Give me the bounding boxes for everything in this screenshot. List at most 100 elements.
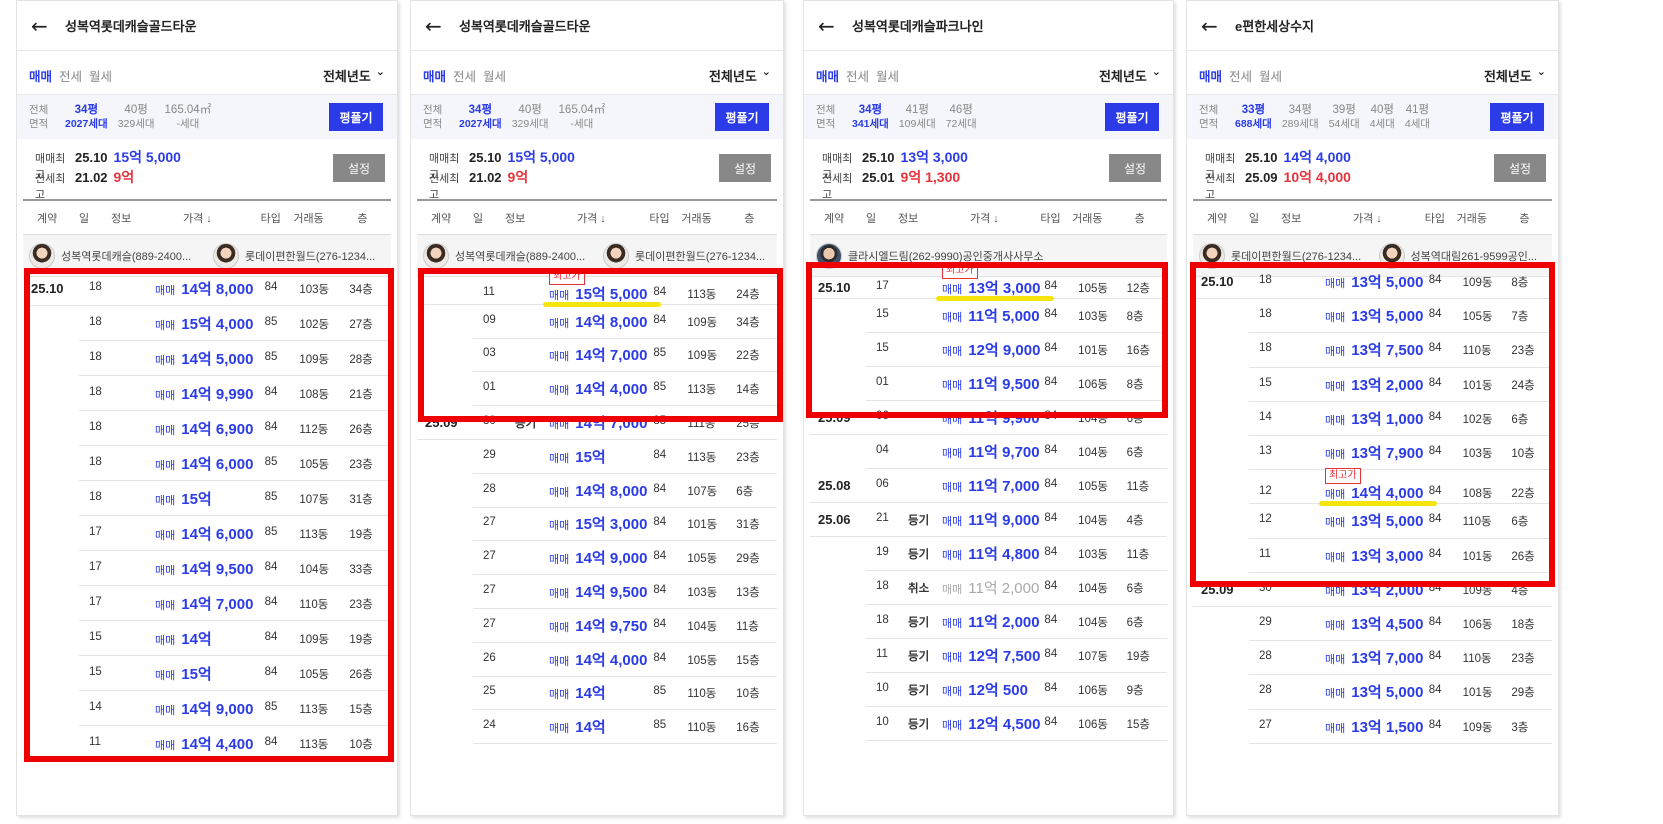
column-header[interactable]: 가격 ↓ xyxy=(577,210,606,226)
tab-deal-type[interactable]: 매매 xyxy=(29,66,52,85)
table-row[interactable]: 14 매매 14억 9,000 85 113동 15층 xyxy=(23,691,391,726)
table-row[interactable]: 18 등기 매매 11억 2,000 84 104동 6층 xyxy=(810,605,1167,639)
table-row[interactable]: 15 매매 15억 84 105동 26층 xyxy=(23,656,391,691)
table-row[interactable]: 27 매매 14억 9,500 84 103동 13층 xyxy=(417,575,777,609)
table-row[interactable]: 25 매매 14억 85 110동 10층 xyxy=(417,677,777,711)
tab-deal-type[interactable]: 월세 xyxy=(1259,66,1282,85)
table-row[interactable]: 11 매매 13억 3,000 84 101동 26층 xyxy=(1193,539,1552,573)
table-row[interactable]: 04 매매 11억 9,700 84 104동 6층 xyxy=(810,435,1167,469)
area-option[interactable]: 41평 109세대 xyxy=(899,103,936,131)
back-arrow-icon[interactable]: ← xyxy=(425,14,451,38)
back-arrow-icon[interactable]: ← xyxy=(1201,14,1227,38)
table-row[interactable]: 11 등기 매매 12억 7,500 84 107동 19층 xyxy=(810,639,1167,673)
column-header[interactable]: 가격 ↓ xyxy=(1353,210,1382,226)
year-filter-dropdown[interactable]: 전체년도 ⌄ xyxy=(709,65,771,85)
expand-pyeong-button[interactable]: 평풀기 xyxy=(1490,103,1544,131)
table-row[interactable]: 25.09 30 등기 매매 14억 7,000 85 111동 25층 xyxy=(417,406,777,440)
table-row[interactable]: 15 매매 13억 2,000 84 101동 24층 xyxy=(1193,368,1552,402)
year-filter-dropdown[interactable]: 전체년도 ⌄ xyxy=(323,65,385,85)
table-row[interactable]: 18 매매 14억 9,990 84 108동 21층 xyxy=(23,376,391,411)
table-row[interactable]: 01 매매 11억 9,500 84 106동 8층 xyxy=(810,367,1167,401)
table-row[interactable]: 28 매매 13억 7,000 84 110동 23층 xyxy=(1193,641,1552,676)
area-option[interactable]: 34평 2027세대 xyxy=(459,103,502,131)
table-row[interactable]: 24 매매 14억 85 110동 16층 xyxy=(417,710,777,745)
table-row[interactable]: 25.10 17 매매 13억 3,000 84 105동 12층 최고가 xyxy=(810,263,1167,301)
tab-deal-type[interactable]: 월세 xyxy=(483,66,506,85)
agent-item[interactable]: 성복역롯데캐슬(889-2400... xyxy=(423,242,597,269)
area-option[interactable]: 41평 4세대 xyxy=(1405,103,1430,131)
area-option[interactable]: 34평 2027세대 xyxy=(65,103,108,131)
table-row[interactable]: 25.10 18 매매 13억 5,000 84 109동 8층 xyxy=(1193,265,1552,300)
agent-item[interactable]: 성복역롯데캐슬(889-2400... xyxy=(29,242,207,269)
tab-deal-type[interactable]: 전세 xyxy=(1229,66,1252,85)
settings-button[interactable]: 설정 xyxy=(1109,154,1161,182)
table-row[interactable]: 18 매매 15억 85 107동 31층 xyxy=(23,481,391,516)
tab-deal-type[interactable]: 월세 xyxy=(89,66,112,85)
table-row[interactable]: 18 취소 매매 11억 2,000 84 104동 6층 xyxy=(810,571,1167,605)
table-row[interactable]: 18 매매 14억 5,000 85 109동 28층 xyxy=(23,341,391,376)
agent-item[interactable]: 롯데이편한월드(276-1234... xyxy=(213,242,391,269)
tab-deal-type[interactable]: 전세 xyxy=(846,66,869,85)
table-row[interactable]: 26 매매 14억 4,000 84 105동 15층 xyxy=(417,643,777,677)
table-row[interactable]: 18 매매 14억 6,000 85 105동 23층 xyxy=(23,446,391,481)
table-row[interactable]: 09 매매 14억 8,000 84 109동 34층 xyxy=(417,305,777,339)
table-row[interactable]: 25.10 18 매매 14억 8,000 84 103동 34층 xyxy=(23,271,391,306)
settings-button[interactable]: 설정 xyxy=(719,154,771,182)
table-row[interactable]: 19 등기 매매 11억 4,800 84 103동 11층 xyxy=(810,537,1167,571)
column-header[interactable]: 가격 ↓ xyxy=(970,210,999,226)
table-row[interactable]: 14 매매 13억 1,000 84 102동 6층 xyxy=(1193,402,1552,436)
table-row[interactable]: 13 매매 13억 7,900 84 103동 10층 xyxy=(1193,436,1552,471)
year-filter-dropdown[interactable]: 전체년도 ⌄ xyxy=(1099,65,1161,85)
area-option[interactable]: 165.04㎡ -세대 xyxy=(559,103,606,131)
table-row[interactable]: 27 매매 14억 9,000 84 105동 29층 xyxy=(417,541,777,576)
table-row[interactable]: 29 매매 15억 84 113동 23층 xyxy=(417,440,777,474)
tab-deal-type[interactable]: 월세 xyxy=(876,66,899,85)
table-row[interactable]: 29 매매 13억 4,500 84 106동 18층 xyxy=(1193,607,1552,642)
table-row[interactable]: 12 매매 14억 4,000 84 108동 22층 최고가 xyxy=(1193,468,1552,507)
area-option[interactable]: 33평 688세대 xyxy=(1235,103,1272,131)
table-row[interactable]: 10 등기 매매 12억 4,500 84 106동 15층 xyxy=(810,707,1167,741)
table-row[interactable]: 25.09 30 매매 13억 2,000 84 109동 4층 xyxy=(1193,573,1552,607)
table-row[interactable]: 11 매매 14억 4,400 84 113동 10층 xyxy=(23,726,391,761)
table-row[interactable]: 01 매매 14억 4,000 85 113동 14층 xyxy=(417,372,777,407)
table-row[interactable]: 25.06 21 등기 매매 11억 9,000 84 104동 4층 xyxy=(810,503,1167,537)
area-option[interactable]: 40평 329세대 xyxy=(118,103,155,131)
tab-deal-type[interactable]: 전세 xyxy=(453,66,476,85)
table-row[interactable]: 03 매매 14억 7,000 85 109동 22층 xyxy=(417,339,777,373)
table-row[interactable]: 17 매매 14억 7,000 84 110동 23층 xyxy=(23,586,391,621)
table-row[interactable]: 15 매매 12억 9,000 84 101동 16층 xyxy=(810,333,1167,367)
area-option[interactable]: 165.04㎡ -세대 xyxy=(165,103,212,131)
area-option[interactable]: 34평 289세대 xyxy=(1282,103,1319,131)
tab-deal-type[interactable]: 매매 xyxy=(423,66,446,85)
table-row[interactable]: 12 매매 13억 5,000 84 110동 6층 xyxy=(1193,504,1552,539)
tab-deal-type[interactable]: 매매 xyxy=(816,66,839,85)
area-option[interactable]: 39평 54세대 xyxy=(1329,103,1360,131)
table-row[interactable]: 27 매매 15억 3,000 84 101동 31층 xyxy=(417,508,777,542)
agent-item[interactable]: 롯데이편한월드(276-1234... xyxy=(603,242,777,269)
table-row[interactable]: 18 매매 15억 4,000 85 102동 27층 xyxy=(23,306,391,341)
table-row[interactable]: 18 매매 13억 7,500 84 110동 23층 xyxy=(1193,333,1552,368)
table-row[interactable]: 11 매매 15억 5,000 84 113동 24층 최고가 xyxy=(417,268,777,307)
back-arrow-icon[interactable]: ← xyxy=(818,14,844,38)
table-row[interactable]: 18 매매 14억 6,900 84 112동 26층 xyxy=(23,411,391,446)
area-option[interactable]: 40평 4세대 xyxy=(1370,103,1395,131)
settings-button[interactable]: 설정 xyxy=(333,154,385,182)
area-option[interactable]: 46평 72세대 xyxy=(946,103,977,131)
table-row[interactable]: 17 매매 14억 9,500 84 104동 33층 xyxy=(23,551,391,586)
tab-deal-type[interactable]: 전세 xyxy=(59,66,82,85)
table-row[interactable]: 15 매매 14억 84 109동 19층 xyxy=(23,621,391,656)
expand-pyeong-button[interactable]: 평풀기 xyxy=(715,103,769,131)
table-row[interactable]: 27 매매 13억 1,500 84 109동 3층 xyxy=(1193,710,1552,744)
area-option[interactable]: 40평 329세대 xyxy=(512,103,549,131)
table-row[interactable]: 25.08 06 매매 11억 7,000 84 105동 11층 xyxy=(810,469,1167,503)
expand-pyeong-button[interactable]: 평풀기 xyxy=(329,103,383,131)
area-option[interactable]: 34평 341세대 xyxy=(852,103,889,131)
table-row[interactable]: 10 등기 매매 12억 500 84 106동 9층 xyxy=(810,673,1167,707)
expand-pyeong-button[interactable]: 평풀기 xyxy=(1105,103,1159,131)
year-filter-dropdown[interactable]: 전체년도 ⌄ xyxy=(1484,65,1546,85)
table-row[interactable]: 25.09 06 매매 11억 9,900 84 104동 6층 xyxy=(810,401,1167,435)
table-row[interactable]: 28 매매 14억 8,000 84 107동 6층 xyxy=(417,474,777,508)
settings-button[interactable]: 설정 xyxy=(1494,154,1546,182)
column-header[interactable]: 가격 ↓ xyxy=(183,210,212,226)
tab-deal-type[interactable]: 매매 xyxy=(1199,66,1222,85)
